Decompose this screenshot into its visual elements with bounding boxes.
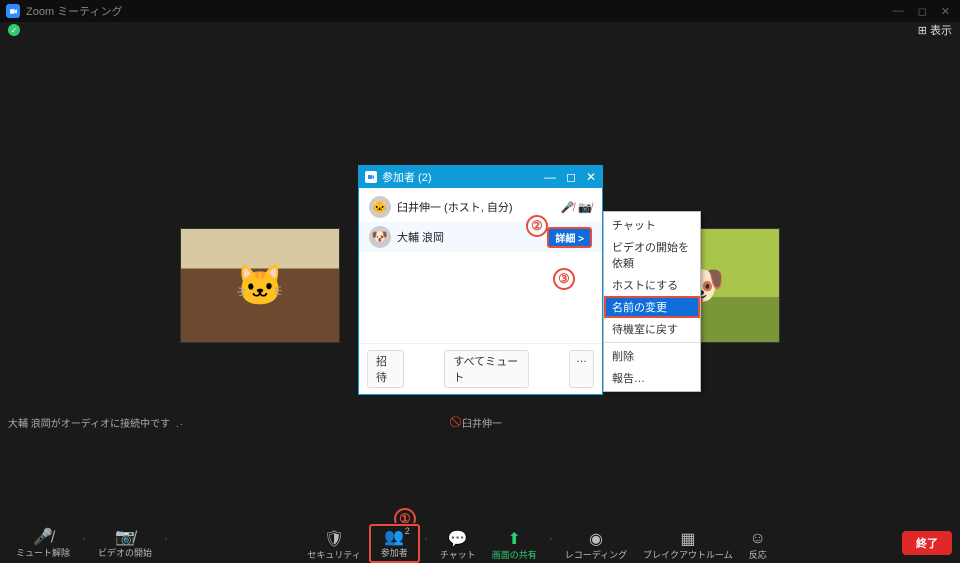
mic-muted-icon: 🎤̸ (33, 528, 53, 546)
active-speaker-label: ⃠ 臼井伸一 (458, 415, 502, 430)
menu-item-put-waiting-room[interactable]: 待機室に戻す (604, 318, 700, 340)
close-button[interactable]: ✕ (941, 5, 950, 18)
window-titlebar: Zoom ミーティング — ◻ ✕ (0, 0, 960, 22)
reactions-button[interactable]: ☺ 反応 (741, 528, 775, 563)
panel-maximize-button[interactable]: ◻ (566, 170, 576, 184)
panel-minimize-button[interactable]: — (544, 170, 556, 184)
start-video-button[interactable]: 📷̸ ビデオの開始 (90, 526, 160, 561)
app-logo (6, 4, 20, 18)
video-off-icon: 📷̸ (578, 201, 592, 214)
share-icon: ⬆ (508, 530, 521, 548)
share-screen-button[interactable]: ⬆ 画面の共有 (484, 528, 545, 563)
record-button[interactable]: ◉ レコーディング (557, 528, 635, 563)
security-button[interactable]: 🛡 セキュリティ (299, 528, 368, 563)
participants-button[interactable]: 2 👥 参加者 (375, 528, 414, 559)
participants-panel-header[interactable]: 参加者 (2) — ◻ ✕ (359, 166, 602, 188)
panel-logo-icon (365, 171, 377, 183)
avatar: 🐱 (369, 196, 391, 218)
panel-close-button[interactable]: ✕ (586, 170, 596, 184)
menu-item-chat[interactable]: チャット (604, 214, 700, 236)
end-meeting-button[interactable]: 終了 (902, 531, 952, 555)
participant-status-icons: 🎤̸ 📷̸ (561, 201, 592, 214)
video-tile-left[interactable]: 🐱 (180, 228, 340, 343)
participant-video-cat: 🐱 (181, 229, 339, 342)
invite-button[interactable]: 招待 (367, 350, 404, 388)
mic-muted-icon: 🎤̸ (561, 201, 575, 214)
meeting-toolbar: 🎤̸ ミュート解除 ＾ 📷̸ ビデオの開始 ＾ 🛡 セキュリティ 2 👥 参加者… (0, 523, 960, 563)
participants-caret[interactable]: ＾ (420, 538, 432, 549)
chat-button[interactable]: 💬 チャット (432, 528, 484, 563)
callout-3: ③ (553, 268, 575, 290)
participant-name: 大輔 浪岡 (397, 229, 444, 245)
share-options-caret[interactable]: ＾ (545, 538, 557, 549)
menu-item-make-host[interactable]: ホストにする (604, 274, 700, 296)
maximize-button[interactable]: ◻ (918, 5, 927, 18)
participant-context-menu: チャット ビデオの開始を依頼 ホストにする 名前の変更 待機室に戻す 削除 報告… (603, 211, 701, 392)
audio-options-caret[interactable]: ＾ (78, 538, 90, 549)
shield-icon: 🛡 (324, 530, 344, 548)
breakout-icon: ▦ (680, 530, 695, 548)
menu-item-remove[interactable]: 削除 (604, 345, 700, 367)
minimize-button[interactable]: — (893, 5, 904, 18)
audio-connecting-status: 大輔 浪岡がオーディオに接続中です .· (8, 415, 184, 430)
breakout-rooms-button[interactable]: ▦ ブレイクアウトルーム (635, 528, 741, 563)
reactions-icon: ☺ (750, 530, 766, 548)
participant-row[interactable]: 🐶 大輔 浪岡 詳細 > (359, 222, 602, 252)
encryption-shield-icon[interactable] (8, 24, 20, 36)
panel-more-button[interactable]: … (569, 350, 594, 388)
participant-row[interactable]: 🐱 臼井伸一 (ホスト, 自分) 🎤̸ 📷̸ (359, 192, 602, 222)
participant-name: 臼井伸一 (ホスト, 自分) (397, 199, 513, 215)
callout-2: ② (526, 215, 548, 237)
view-button[interactable]: ⊞ 表示 (918, 22, 952, 38)
avatar: 🐶 (369, 226, 391, 248)
chat-icon: 💬 (448, 530, 468, 548)
menu-item-report[interactable]: 報告… (604, 367, 700, 389)
menu-item-ask-start-video[interactable]: ビデオの開始を依頼 (604, 236, 700, 274)
video-off-icon: 📷̸ (115, 528, 135, 546)
window-title: Zoom ミーティング (26, 3, 123, 19)
menu-item-rename[interactable]: 名前の変更 (604, 296, 700, 318)
panel-title: 参加者 (2) (382, 169, 432, 185)
mute-all-button[interactable]: すべてミュート (444, 350, 529, 388)
participants-count: 2 (405, 526, 410, 536)
unmute-button[interactable]: 🎤̸ ミュート解除 (8, 526, 78, 561)
participant-details-button[interactable]: 詳細 > (547, 227, 592, 248)
record-icon: ◉ (589, 530, 603, 548)
menu-separator (604, 342, 700, 343)
participants-icon: 👥 (384, 528, 404, 546)
video-options-caret[interactable]: ＾ (160, 538, 172, 549)
